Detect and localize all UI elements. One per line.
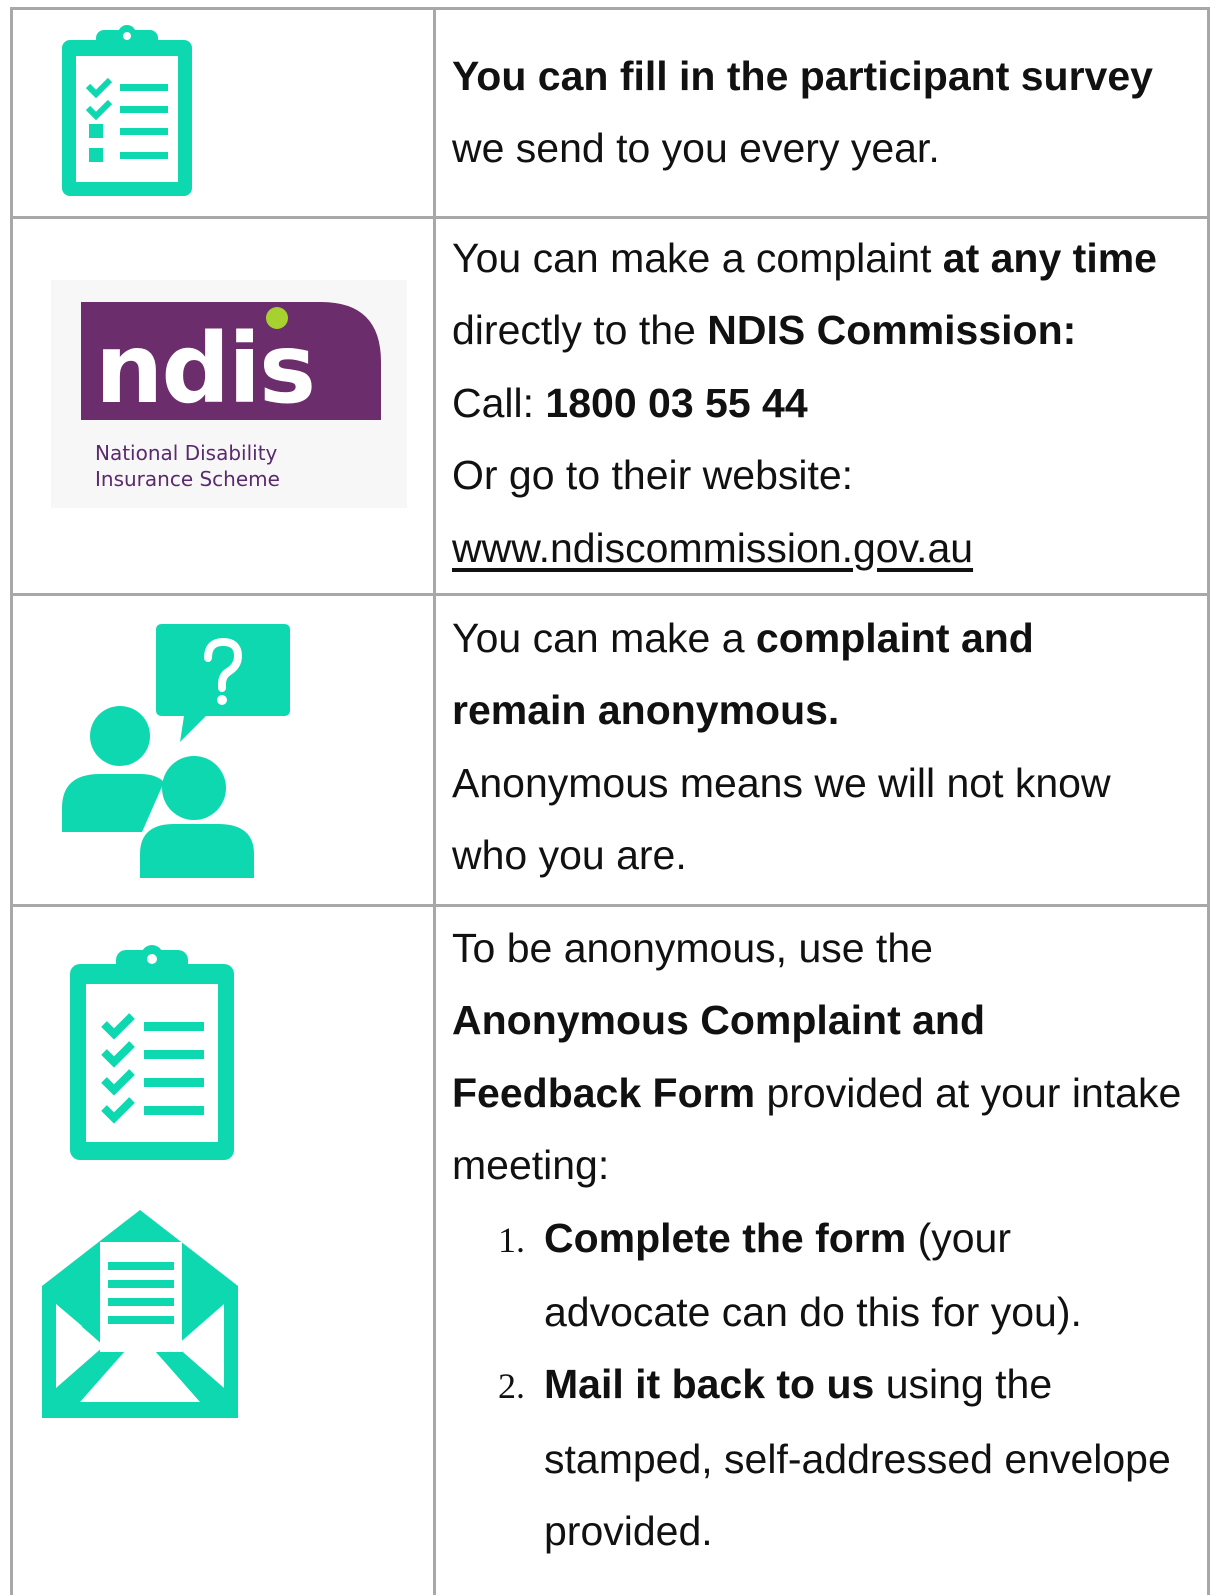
phone-number: 1800 03 55 44 [545,379,808,426]
table-border-left [10,8,13,1595]
complaint-line-1a: You can make a complaint [452,235,943,281]
anonymous-line-1a: You can make a [452,615,756,661]
anonymous-line-1b: complaint and [755,615,1034,661]
envelope-letter-icon [42,1210,238,1418]
row2-text: You can make a complaint at any time dir… [452,222,1212,584]
ndis-caption-line-2: Insurance Scheme [95,467,280,491]
table-border-top [10,7,1210,10]
step-2-number: 2. [498,1366,525,1407]
step-2-title: Mail it back to us [544,1361,875,1408]
ndis-caption-line-1: National Disability [95,441,278,465]
ndis-logo-mark: ndis [81,302,381,425]
clipboard-checklist-icon [70,945,234,1160]
step-2-continued-1: stamped, self-addressed envelope [544,1435,1171,1482]
anonymous-line-2: remain anonymous. [452,687,840,734]
row1-text: You can fill in the participant survey w… [452,40,1212,185]
step-1-title: Complete the form [544,1214,907,1261]
website-intro: Or go to their website: [452,452,854,499]
survey-line-2: we send to you every year. [452,125,940,172]
form-name-line-1: Anonymous Complaint and [452,997,985,1044]
row-divider-1 [10,216,1210,219]
step-1-continued: advocate can do this for you). [544,1289,1082,1336]
step-1-number: 1. [498,1219,525,1260]
survey-heading: You can fill in the participant survey [452,53,1153,99]
form-provided: provided at your intake [755,1069,1182,1116]
row3-text: You can make a complaint and remain anon… [452,602,1212,892]
ndis-logo-caption: National Disability Insurance Scheme [95,440,280,492]
row4-text: To be anonymous, use the Anonymous Compl… [452,912,1212,1568]
row-divider-3 [10,904,1210,907]
anonymous-line-4: who you are. [452,832,687,879]
ndis-logo-word: ndis [95,313,314,425]
anonymous-line-3: Anonymous means we will not know [452,759,1111,806]
ndis-logo: ndis National Disability Insurance Schem… [51,280,407,508]
step-2-continued-2: provided. [544,1508,713,1555]
complaint-line-2b: NDIS Commission: [707,307,1077,354]
website-link[interactable]: www.ndiscommission.gov.au [452,525,973,571]
form-name-line-2: Feedback Form [452,1069,756,1116]
people-question-icon [62,624,290,878]
column-divider [433,8,436,1595]
step-2-text: using the [874,1361,1053,1408]
form-intro-line-1: To be anonymous, use the [452,925,933,971]
complaint-line-2a: directly to the [452,307,708,354]
step-1-text: (your [906,1214,1012,1261]
call-label: Call: [452,379,546,426]
form-intro-line-4: meeting: [452,1142,610,1189]
complaint-line-1b: at any time [942,235,1157,281]
row-divider-2 [10,593,1210,596]
clipboard-checklist-icon [62,25,192,196]
